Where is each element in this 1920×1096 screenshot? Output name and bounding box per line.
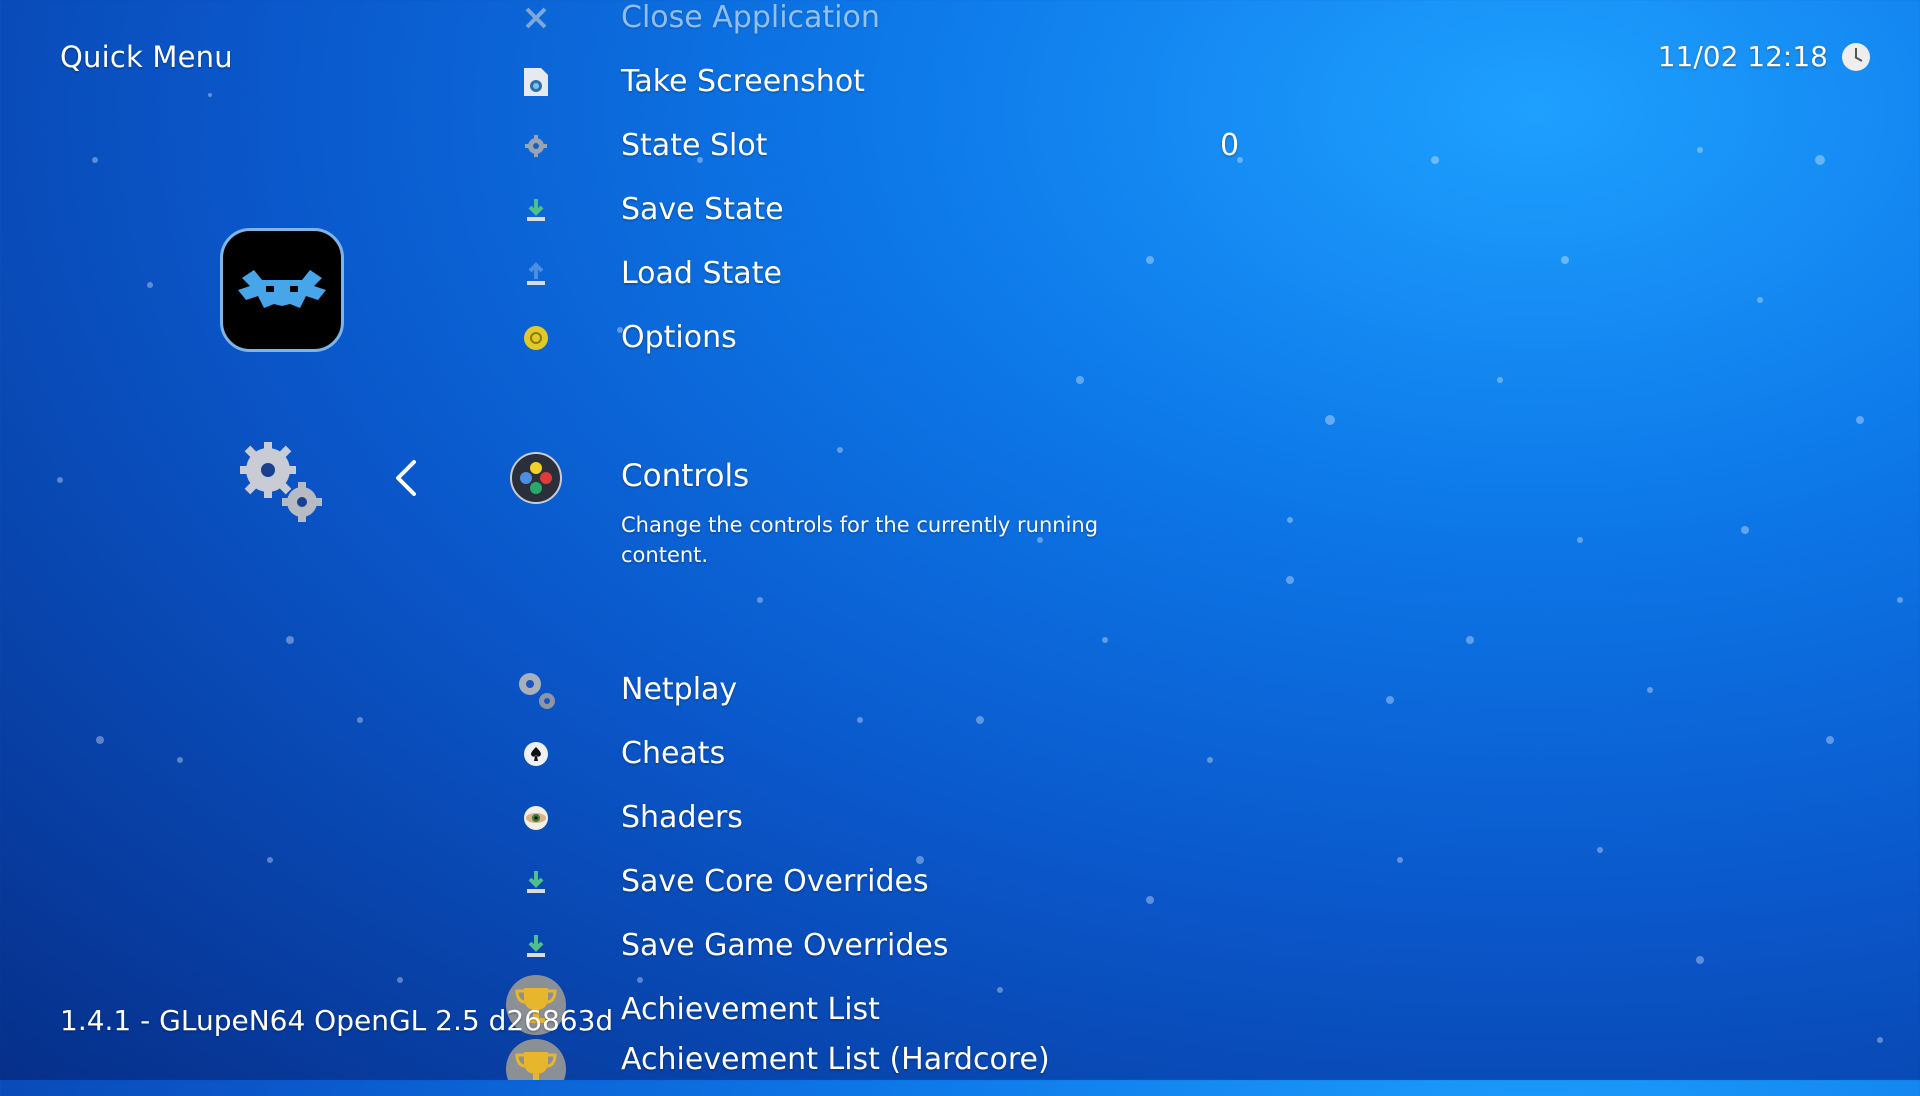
menu-item-options[interactable]: Options (500, 300, 1400, 360)
menu-item-save-state[interactable]: Save State (500, 172, 1400, 232)
menu-item-load-state[interactable]: Load State (500, 236, 1400, 296)
menu-item-save-game-overrides[interactable]: Save Game Overrides (500, 908, 1400, 968)
core-version-info: 1.4.1 - GLupeN64 OpenGL 2.5 d26863d (60, 1004, 614, 1037)
menu-item-achievement-list-hardcore[interactable]: Achievement List (Hardcore) (500, 1036, 1400, 1096)
cheats-spade-icon (512, 730, 560, 778)
controls-description: Change the controls for the currently ru… (621, 513, 1099, 567)
state-slot-value: 0 (1220, 128, 1240, 163)
menu-item-close-application[interactable]: Close Application (500, 0, 1400, 40)
close-icon (512, 0, 560, 42)
screenshot-icon (512, 58, 560, 106)
menu-item-controls[interactable]: Controls Change the controls for the cur… (500, 438, 1400, 567)
gamepad-icon (510, 452, 562, 504)
menu-item-netplay[interactable]: Netplay (500, 652, 1400, 712)
menu-item-shaders[interactable]: Shaders (500, 780, 1400, 840)
shaders-eye-icon (512, 794, 560, 842)
menu-item-cheats[interactable]: Cheats (500, 716, 1400, 776)
trophy-icon (505, 1038, 567, 1080)
netplay-gears-icon (512, 666, 560, 714)
menu-item-take-screenshot[interactable]: Take Screenshot (500, 44, 1400, 104)
menu-item-save-core-overrides[interactable]: Save Core Overrides (500, 844, 1400, 904)
save-game-overrides-icon (512, 922, 560, 970)
gear-icon (512, 122, 560, 170)
save-core-overrides-icon (512, 858, 560, 906)
options-icon (512, 314, 560, 362)
menu-item-state-slot[interactable]: State Slot 0 (500, 108, 1400, 168)
save-state-icon (512, 186, 560, 234)
menu-item-achievement-list[interactable]: Achievement List (500, 972, 1400, 1035)
load-state-icon (512, 250, 560, 298)
quick-menu-list: Close Application Take Screenshot State … (0, 0, 1920, 1080)
